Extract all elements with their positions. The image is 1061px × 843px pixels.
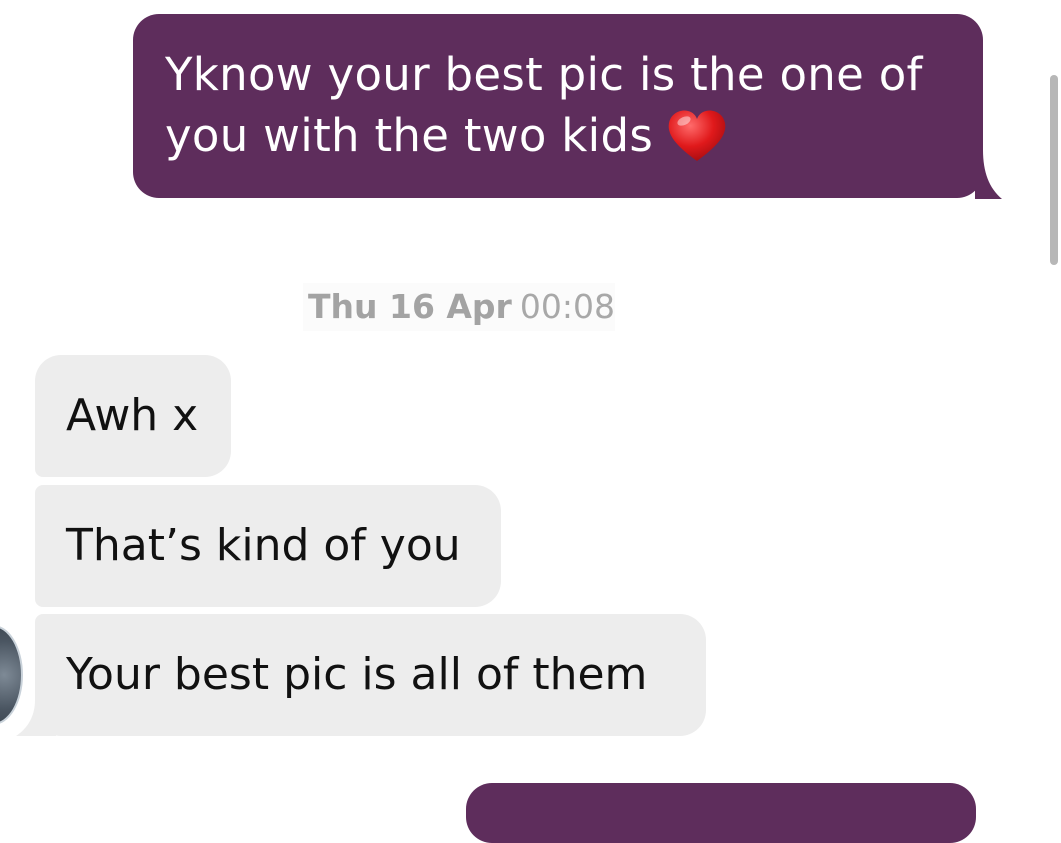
incoming-message-text: Awh x xyxy=(66,390,199,441)
incoming-message-text: That’s kind of you xyxy=(66,520,461,571)
outgoing-message-bubble-partial[interactable] xyxy=(466,783,976,843)
date-separator: Thu 16 Apr 00:08 xyxy=(303,283,615,331)
chat-thread[interactable]: Yknow your best pic is the one of you wi… xyxy=(0,0,1061,843)
incoming-message-text: Your best pic is all of them xyxy=(66,649,648,700)
date-separator-day: Thu 16 Apr xyxy=(308,287,512,326)
incoming-message-bubble[interactable]: Awh x xyxy=(35,355,231,477)
red-heart-icon xyxy=(667,109,727,163)
outgoing-message-bubble[interactable]: Yknow your best pic is the one of you wi… xyxy=(133,14,983,198)
outgoing-bubble-tail xyxy=(975,150,1002,199)
date-separator-time: 00:08 xyxy=(519,287,615,326)
scrollbar[interactable] xyxy=(1050,75,1058,265)
incoming-message-bubble[interactable]: Your best pic is all of them xyxy=(35,614,706,736)
incoming-bubble-tail xyxy=(16,700,56,736)
outgoing-message-line-2: you with the two kids xyxy=(165,109,654,162)
outgoing-message-line-1: Yknow your best pic is the one of xyxy=(165,48,923,101)
incoming-message-bubble[interactable]: That’s kind of you xyxy=(35,485,501,607)
